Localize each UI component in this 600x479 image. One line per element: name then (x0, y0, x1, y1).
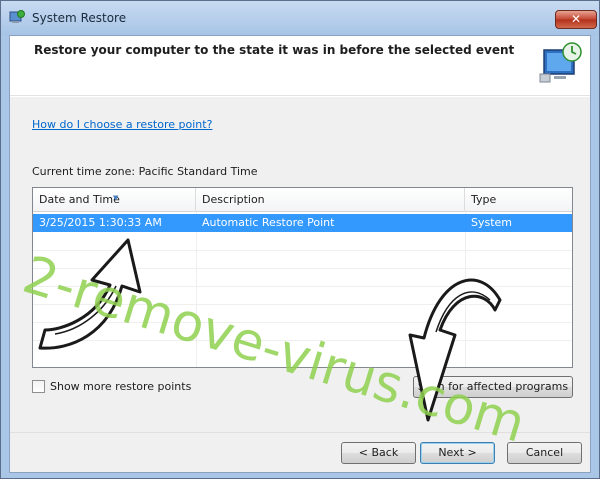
show-more-label: Show more restore points (50, 380, 192, 393)
row-gridline (33, 304, 572, 305)
header-instruction: Restore your computer to the state it wa… (34, 43, 515, 57)
row-gridline (33, 250, 572, 251)
help-link[interactable]: How do I choose a restore point? (32, 118, 212, 131)
system-restore-monitor-icon (539, 42, 582, 83)
back-button[interactable]: < Back (341, 442, 416, 464)
row-gridline (33, 322, 572, 323)
column-divider (196, 212, 197, 367)
table-row[interactable]: 3/25/2015 1:30:33 AM Automatic Restore P… (33, 214, 572, 232)
system-restore-window: System Restore ✕ Restore your computer t… (0, 0, 600, 479)
column-header-description[interactable]: Description (196, 188, 465, 212)
column-divider (465, 212, 466, 367)
cell-type: System (471, 216, 513, 229)
window-title: System Restore (32, 11, 127, 25)
row-gridline (33, 286, 572, 287)
restore-points-list[interactable]: Date and Time ▼ Description Type 3/25/20… (32, 187, 573, 368)
list-header: Date and Time ▼ Description Type (33, 188, 572, 212)
column-header-date-label: Date and Time (39, 193, 120, 206)
cell-description: Automatic Restore Point (202, 216, 335, 229)
cancel-button[interactable]: Cancel (507, 442, 582, 464)
timezone-label: Current time zone: Pacific Standard Time (32, 165, 258, 178)
system-restore-icon (9, 10, 25, 23)
sort-arrow-icon: ▼ (113, 194, 119, 202)
row-gridline (33, 268, 572, 269)
dialog-footer: < Back Next > Cancel (10, 432, 590, 472)
cell-date: 3/25/2015 1:30:33 AM (39, 216, 162, 229)
dialog-client-area: Restore your computer to the state it wa… (9, 35, 591, 473)
title-bar[interactable]: System Restore ✕ (1, 1, 599, 35)
show-more-checkbox[interactable] (32, 380, 45, 393)
next-button[interactable]: Next > (420, 442, 495, 464)
dialog-header: Restore your computer to the state it wa… (10, 36, 590, 96)
scan-affected-programs-button[interactable]: Scan for affected programs (413, 376, 573, 398)
dialog-body: How do I choose a restore point? Current… (10, 97, 590, 432)
column-header-date[interactable]: Date and Time ▼ (33, 188, 196, 212)
column-header-type[interactable]: Type (465, 188, 572, 212)
close-button[interactable]: ✕ (555, 10, 597, 29)
row-gridline (33, 340, 572, 341)
